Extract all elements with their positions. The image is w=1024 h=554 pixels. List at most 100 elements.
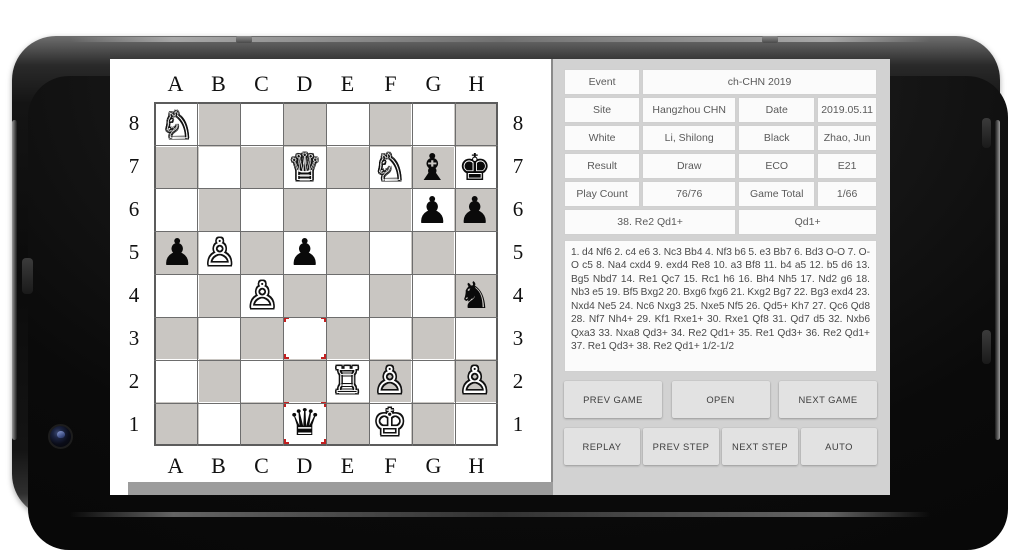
move-list-text[interactable]: 1. d4 Nf6 2. c4 e6 3. Nc3 Bb4 4. Nf3 b6 … [564, 240, 877, 372]
board-square-g8[interactable] [411, 104, 454, 147]
volume-down-button[interactable] [982, 330, 991, 364]
next-game-button[interactable]: NEXT GAME [779, 381, 877, 418]
board-square-a1[interactable] [156, 401, 199, 444]
board-square-h3[interactable] [453, 316, 496, 359]
board-square-d6[interactable] [283, 189, 326, 232]
board-square-e2[interactable]: ♖ [326, 359, 369, 402]
board-square-e6[interactable] [326, 189, 369, 232]
black-pawn-d5[interactable]: ♟ [284, 232, 327, 275]
board-square-c4[interactable]: ♙ [241, 274, 284, 317]
board-square-f3[interactable] [368, 316, 411, 359]
board-square-c6[interactable] [241, 189, 284, 232]
board-square-h7[interactable]: ♚ [453, 146, 497, 190]
board-square-f7[interactable]: ♘ [368, 146, 412, 190]
board-square-f6[interactable] [368, 189, 411, 232]
black-queen-d1[interactable]: ♛ [284, 402, 327, 445]
board-square-g3[interactable] [411, 316, 454, 359]
board-square-c8[interactable] [241, 104, 284, 147]
board-square-h1[interactable] [453, 401, 496, 444]
board-square-h6[interactable]: ♟ [453, 189, 497, 232]
board-square-c2[interactable] [241, 359, 284, 402]
board-square-b7[interactable] [198, 146, 241, 189]
board-square-a5[interactable]: ♟ [156, 231, 199, 275]
board-square-h5[interactable] [453, 231, 496, 274]
board-square-a3[interactable] [156, 316, 199, 359]
board-square-d2[interactable] [283, 359, 326, 402]
black-value: Zhao, Jun [817, 125, 877, 151]
board-square-e5[interactable] [326, 231, 369, 274]
board-square-e3[interactable] [326, 316, 369, 359]
black-bishop-g7[interactable]: ♝ [411, 147, 454, 190]
white-pawn-b5[interactable]: ♙ [199, 232, 242, 275]
next-step-button[interactable]: NEXT STEP [722, 428, 798, 465]
board-square-a2[interactable] [156, 359, 199, 402]
file-label-c: C [254, 71, 269, 96]
board-square-b8[interactable] [198, 104, 241, 147]
board-square-d5[interactable]: ♟ [283, 231, 327, 275]
board-square-f1[interactable]: ♔ [368, 401, 412, 445]
board-square-e4[interactable] [326, 274, 369, 317]
white-pawn-h2[interactable]: ♙ [454, 359, 497, 402]
board-square-h2[interactable]: ♙ [453, 359, 497, 402]
board-square-b2[interactable] [198, 359, 241, 402]
auto-button[interactable]: AUTO [801, 428, 877, 465]
board-square-a6[interactable] [156, 189, 199, 232]
board-square-d8[interactable] [283, 104, 326, 147]
white-pawn-f2[interactable]: ♙ [369, 359, 412, 402]
board-square-g4[interactable] [411, 274, 454, 317]
board-square-g1[interactable] [411, 401, 454, 444]
board-square-e8[interactable] [326, 104, 369, 147]
board-square-f8[interactable] [368, 104, 411, 147]
board-square-f4[interactable] [368, 274, 411, 317]
control-button-row-primary: PREV GAME OPEN NEXT GAME [562, 381, 879, 418]
board-square-b3[interactable] [198, 316, 241, 359]
white-rook-e2[interactable]: ♖ [326, 359, 369, 402]
prev-game-button[interactable]: PREV GAME [564, 381, 662, 418]
board-square-d4[interactable] [283, 274, 326, 317]
board-square-c5[interactable] [241, 231, 284, 274]
white-knight-f7[interactable]: ♘ [369, 147, 412, 190]
board-square-g2[interactable] [411, 359, 454, 402]
table-row-current-move: 38. Re2 Qd1+ Qd1+ [564, 209, 877, 235]
board-square-b4[interactable] [198, 274, 241, 317]
board-square-a8[interactable]: ♘ [156, 104, 199, 147]
table-row-counts: Play Count 76/76 Game Total 1/66 [564, 181, 877, 207]
power-button[interactable] [22, 258, 33, 294]
board-square-h8[interactable] [453, 104, 496, 147]
volume-up-button[interactable] [982, 118, 991, 148]
board-square-e1[interactable] [326, 401, 369, 444]
board-square-g5[interactable] [411, 231, 454, 274]
white-knight-a8[interactable]: ♘ [156, 104, 199, 147]
board-square-d7[interactable]: ♕ [283, 146, 327, 190]
board-square-h4[interactable]: ♞ [453, 274, 497, 317]
black-knight-h4[interactable]: ♞ [454, 274, 497, 317]
board-square-b5[interactable]: ♙ [198, 231, 242, 275]
replay-button[interactable]: REPLAY [564, 428, 640, 465]
file-label-d: D [296, 71, 313, 96]
board-square-a4[interactable] [156, 274, 199, 317]
board-square-f2[interactable]: ♙ [368, 359, 412, 402]
board-square-b6[interactable] [198, 189, 241, 232]
board-square-f5[interactable] [368, 231, 411, 274]
board-square-c3[interactable] [241, 316, 284, 359]
prev-step-button[interactable]: PREV STEP [643, 428, 719, 465]
phone-top-edge-highlight [70, 37, 930, 42]
board-square-e7[interactable] [326, 146, 369, 189]
black-king-h7[interactable]: ♚ [454, 147, 497, 190]
black-pawn-g6[interactable]: ♟ [411, 189, 454, 232]
white-pawn-c4[interactable]: ♙ [241, 274, 284, 317]
board-square-g6[interactable]: ♟ [411, 189, 454, 232]
white-king-f1[interactable]: ♔ [369, 402, 412, 445]
board-square-d1[interactable]: ♛ [283, 401, 327, 445]
board-square-b1[interactable] [198, 401, 241, 444]
board-square-c1[interactable] [241, 401, 284, 444]
board-square-d3[interactable] [283, 316, 326, 359]
open-button[interactable]: OPEN [671, 381, 770, 418]
board-square-c7[interactable] [241, 146, 284, 189]
board-square-g7[interactable]: ♝ [411, 146, 454, 190]
chess-board-grid[interactable]: ♘ ♕ ♘ ♝ ♚ ♟ ♟ ♟ ♙ ♟ ♙ ♞ ♖ ♙ ♙ ♛ ♔ [154, 102, 498, 446]
white-queen-d7[interactable]: ♕ [284, 147, 327, 190]
black-pawn-h6[interactable]: ♟ [454, 189, 497, 232]
board-square-a7[interactable] [156, 146, 199, 189]
black-pawn-a5[interactable]: ♟ [156, 232, 199, 275]
